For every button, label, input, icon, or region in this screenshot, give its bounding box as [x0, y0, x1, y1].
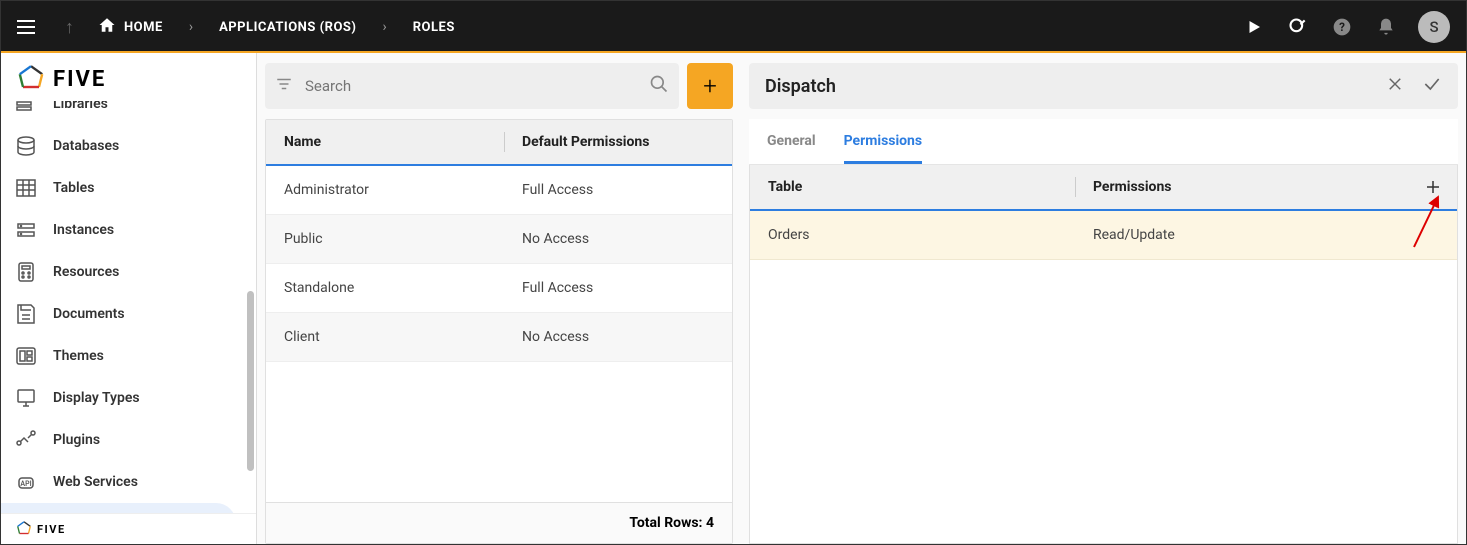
nav-label: Web Services — [53, 474, 138, 490]
perm-column-table[interactable]: Table — [750, 165, 1075, 209]
svg-text:API: API — [20, 480, 31, 488]
nav-list: Libraries Databases Tables Instances Resourc… — [1, 101, 256, 513]
sidebar-item-libraries[interactable]: Libraries — [1, 101, 256, 125]
sidebar-item-plugins[interactable]: Plugins — [1, 419, 256, 461]
nav-icon — [13, 511, 39, 513]
cell-table: Orders — [750, 211, 1075, 259]
home-icon[interactable] — [98, 16, 116, 39]
nav-icon — [13, 343, 39, 369]
nav-label: Plugins — [53, 432, 100, 448]
nav-icon: API — [13, 469, 39, 495]
search-icon[interactable] — [1286, 15, 1310, 39]
sidebar-footer-text: FIVE — [37, 523, 66, 536]
sidebar-item-resources[interactable]: Resources — [1, 251, 256, 293]
nav-label: Resources — [53, 264, 119, 280]
cell-perm: No Access — [504, 313, 732, 361]
tab-general[interactable]: General — [767, 133, 816, 164]
breadcrumb-home[interactable]: HOME — [124, 20, 163, 35]
table-row[interactable]: PublicNo Access — [266, 215, 732, 264]
tab-permissions[interactable]: Permissions — [844, 133, 922, 164]
cell-name: Public — [266, 215, 504, 263]
help-icon[interactable]: ? — [1330, 15, 1354, 39]
permissions-table: Table Permissions OrdersRead/Update — [749, 165, 1458, 544]
nav-label: Display Types — [53, 390, 140, 406]
nav-icon — [13, 133, 39, 159]
sidebar: FIVE Libraries Databases Tables Instances Re… — [1, 53, 257, 544]
nav-icon — [13, 385, 39, 411]
nav-icon — [13, 101, 39, 117]
sidebar-item-tables[interactable]: Tables — [1, 167, 256, 209]
table-row[interactable]: StandaloneFull Access — [266, 264, 732, 313]
nav-label: Instances — [53, 222, 114, 238]
nav-label: Themes — [53, 348, 104, 364]
cell-perm: Full Access — [504, 264, 732, 312]
perm-column-permissions[interactable]: Permissions — [1075, 165, 1409, 209]
sidebar-item-web-services[interactable]: API Web Services — [1, 461, 256, 503]
chevron-right-icon: › — [382, 19, 386, 35]
bell-icon[interactable] — [1374, 15, 1398, 39]
sidebar-footer: FIVE — [1, 513, 256, 544]
close-icon[interactable] — [1386, 74, 1404, 99]
logo-text: FIVE — [53, 67, 106, 92]
sidebar-item-documents[interactable]: Documents — [1, 293, 256, 335]
breadcrumb-apps[interactable]: APPLICATIONS (ROS) — [219, 20, 356, 35]
cell-perm: No Access — [504, 215, 732, 263]
search-input[interactable] — [305, 77, 649, 95]
column-header-name[interactable]: Name — [266, 120, 504, 164]
add-button[interactable]: + — [687, 63, 733, 109]
check-icon[interactable] — [1422, 74, 1442, 99]
table-footer: Total Rows: 4 — [266, 502, 732, 543]
nav-label: Tables — [53, 180, 94, 196]
topbar: ↑ HOME › APPLICATIONS (ROS) › ROLES ? S — [1, 1, 1466, 53]
add-permission-button[interactable] — [1409, 178, 1457, 196]
nav-label: Documents — [53, 306, 125, 322]
table-row[interactable]: AdministratorFull Access — [266, 166, 732, 215]
perm-row[interactable]: OrdersRead/Update — [750, 211, 1457, 260]
sidebar-item-display-types[interactable]: Display Types — [1, 377, 256, 419]
scrollbar-thumb[interactable] — [247, 291, 254, 471]
breadcrumb: HOME › APPLICATIONS (ROS) › ROLES — [98, 16, 455, 39]
table-row[interactable]: ClientNo Access — [266, 313, 732, 362]
chevron-right-icon: › — [189, 19, 193, 35]
svg-text:?: ? — [1339, 20, 1345, 34]
search-box — [265, 63, 679, 109]
nav-label: Databases — [53, 138, 119, 154]
cell-perm: Read/Update — [1075, 211, 1457, 259]
sidebar-item-themes[interactable]: Themes — [1, 335, 256, 377]
column-header-permissions[interactable]: Default Permissions — [504, 120, 732, 164]
nav-icon — [13, 427, 39, 453]
nav-icon — [13, 217, 39, 243]
detail-pane: Dispatch General Permissions Table Permis… — [741, 53, 1466, 544]
detail-title: Dispatch — [765, 76, 836, 97]
breadcrumb-roles[interactable]: ROLES — [413, 20, 455, 35]
roles-table: Name Default Permissions AdministratorFu… — [265, 119, 733, 544]
play-icon[interactable] — [1242, 15, 1266, 39]
cell-name: Client — [266, 313, 504, 361]
cell-perm: Full Access — [504, 166, 732, 214]
nav-label: Libraries — [53, 101, 108, 112]
search-icon[interactable] — [649, 74, 669, 99]
avatar[interactable]: S — [1418, 11, 1450, 43]
cell-name: Administrator — [266, 166, 504, 214]
sidebar-item-roles[interactable]: Roles — [1, 503, 236, 513]
tabs: General Permissions — [749, 119, 1458, 165]
filter-icon[interactable] — [275, 75, 293, 98]
hamburger-icon[interactable] — [17, 15, 41, 39]
logo: FIVE — [1, 53, 256, 101]
roles-pane: + Name Default Permissions Administrator… — [257, 53, 741, 544]
sidebar-item-databases[interactable]: Databases — [1, 125, 256, 167]
sidebar-item-instances[interactable]: Instances — [1, 209, 256, 251]
cell-name: Standalone — [266, 264, 504, 312]
detail-header: Dispatch — [749, 63, 1458, 109]
nav-icon — [13, 259, 39, 285]
up-arrow-icon[interactable]: ↑ — [65, 17, 74, 38]
nav-icon — [13, 301, 39, 327]
nav-icon — [13, 175, 39, 201]
